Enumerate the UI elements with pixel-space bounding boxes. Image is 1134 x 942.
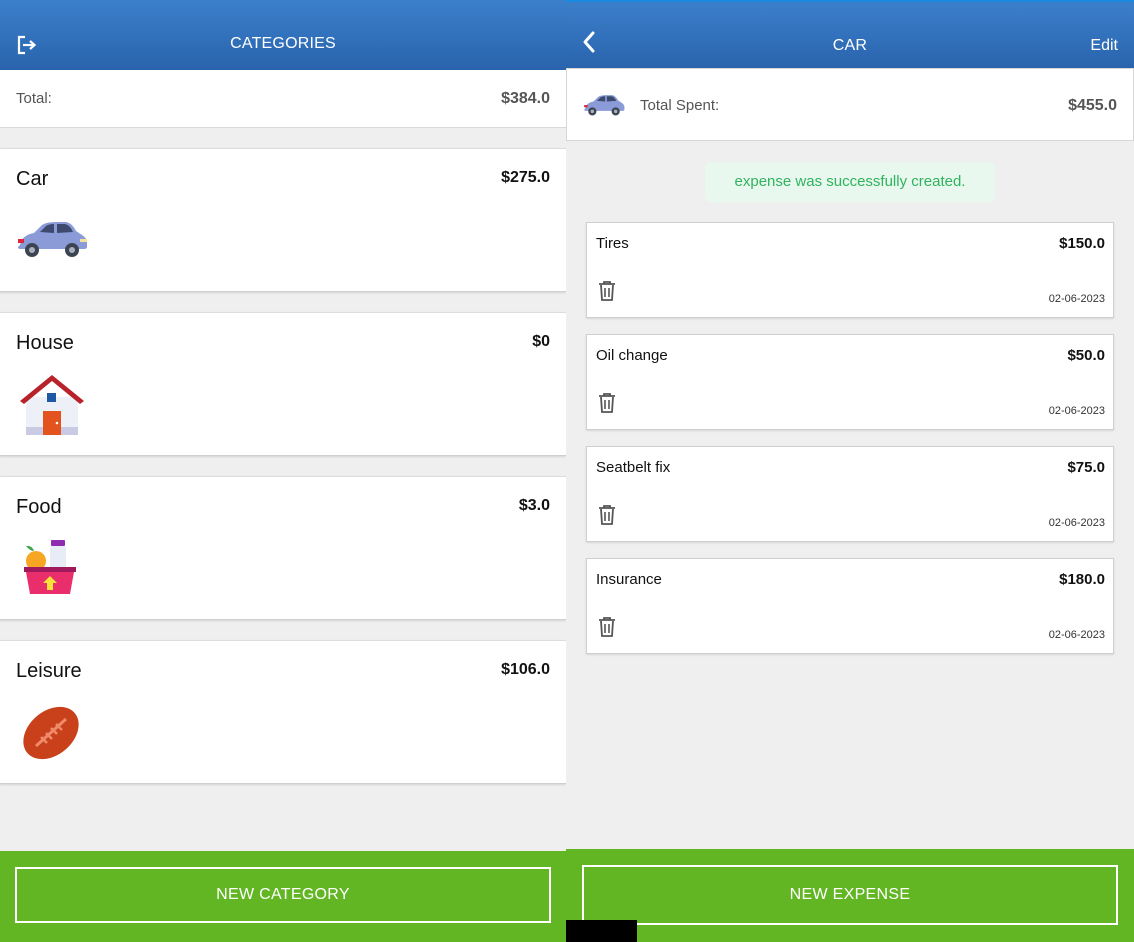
category-card-food[interactable]: Food $3.0: [0, 476, 566, 620]
category-name: House: [16, 332, 74, 354]
success-notice: expense was successfully created.: [705, 162, 995, 202]
trash-icon[interactable]: [597, 616, 617, 638]
expense-card[interactable]: Seatbelt fix $75.0 02-06-2023: [586, 446, 1114, 542]
categories-header: CATEGORIES: [0, 0, 566, 70]
expense-card[interactable]: Tires $150.0 02-06-2023: [586, 222, 1114, 318]
expense-amount: $150.0: [1059, 235, 1105, 252]
category-card-house[interactable]: House $0: [0, 312, 566, 456]
expense-amount: $75.0: [1067, 459, 1105, 476]
total-row: Total: $384.0: [0, 70, 566, 128]
total-amount: $384.0: [501, 90, 550, 107]
trash-icon[interactable]: [597, 504, 617, 526]
house-icon: [16, 373, 88, 439]
trash-icon[interactable]: [597, 392, 617, 414]
new-expense-button[interactable]: NEW EXPENSE: [582, 865, 1118, 925]
expense-card[interactable]: Insurance $180.0 02-06-2023: [586, 558, 1114, 654]
total-label: Total:: [16, 90, 52, 107]
car-icon: [583, 91, 625, 119]
expense-date: 02-06-2023: [1048, 517, 1105, 529]
categories-screen: CATEGORIES Total: $384.0 Car $275.0 Hous…: [0, 0, 566, 942]
expense-amount: $50.0: [1067, 347, 1105, 364]
category-card-leisure[interactable]: Leisure $106.0: [0, 640, 566, 784]
total-spent-label: Total Spent:: [640, 97, 720, 114]
category-detail-screen: CAR Edit Total Spent: $455.0 expense was…: [566, 0, 1134, 942]
category-name: Car: [16, 168, 49, 190]
page-title: CATEGORIES: [230, 35, 336, 52]
football-icon: [16, 701, 88, 767]
expense-date: 02-06-2023: [1048, 405, 1105, 417]
expense-name: Tires: [596, 235, 629, 252]
detail-header: CAR Edit: [566, 0, 1134, 68]
system-nav-strip: [566, 920, 637, 942]
expense-name: Oil change: [596, 347, 668, 364]
page-title: CAR: [832, 37, 868, 54]
expense-date: 02-06-2023: [1048, 629, 1105, 641]
expense-date: 02-06-2023: [1048, 293, 1105, 305]
category-name: Leisure: [16, 660, 82, 682]
car-icon: [16, 209, 88, 275]
detail-footer: NEW EXPENSE: [566, 849, 1134, 942]
grocery-basket-icon: [16, 537, 88, 603]
expense-name: Insurance: [596, 571, 662, 588]
category-name: Food: [16, 496, 62, 518]
category-amount: $0: [532, 333, 550, 350]
edit-button[interactable]: Edit: [1090, 37, 1118, 55]
trash-icon[interactable]: [597, 280, 617, 302]
expense-card[interactable]: Oil change $50.0 02-06-2023: [586, 334, 1114, 430]
category-amount: $275.0: [501, 169, 550, 186]
category-amount: $3.0: [518, 497, 550, 514]
total-spent-row: Total Spent: $455.0: [566, 68, 1134, 141]
expense-amount: $180.0: [1059, 571, 1105, 588]
category-card-car[interactable]: Car $275.0: [0, 148, 566, 292]
new-category-button[interactable]: NEW CATEGORY: [15, 867, 551, 923]
expense-name: Seatbelt fix: [596, 459, 671, 476]
categories-footer: NEW CATEGORY: [0, 851, 566, 942]
category-amount: $106.0: [501, 661, 550, 678]
total-spent-amount: $455.0: [1068, 97, 1117, 114]
